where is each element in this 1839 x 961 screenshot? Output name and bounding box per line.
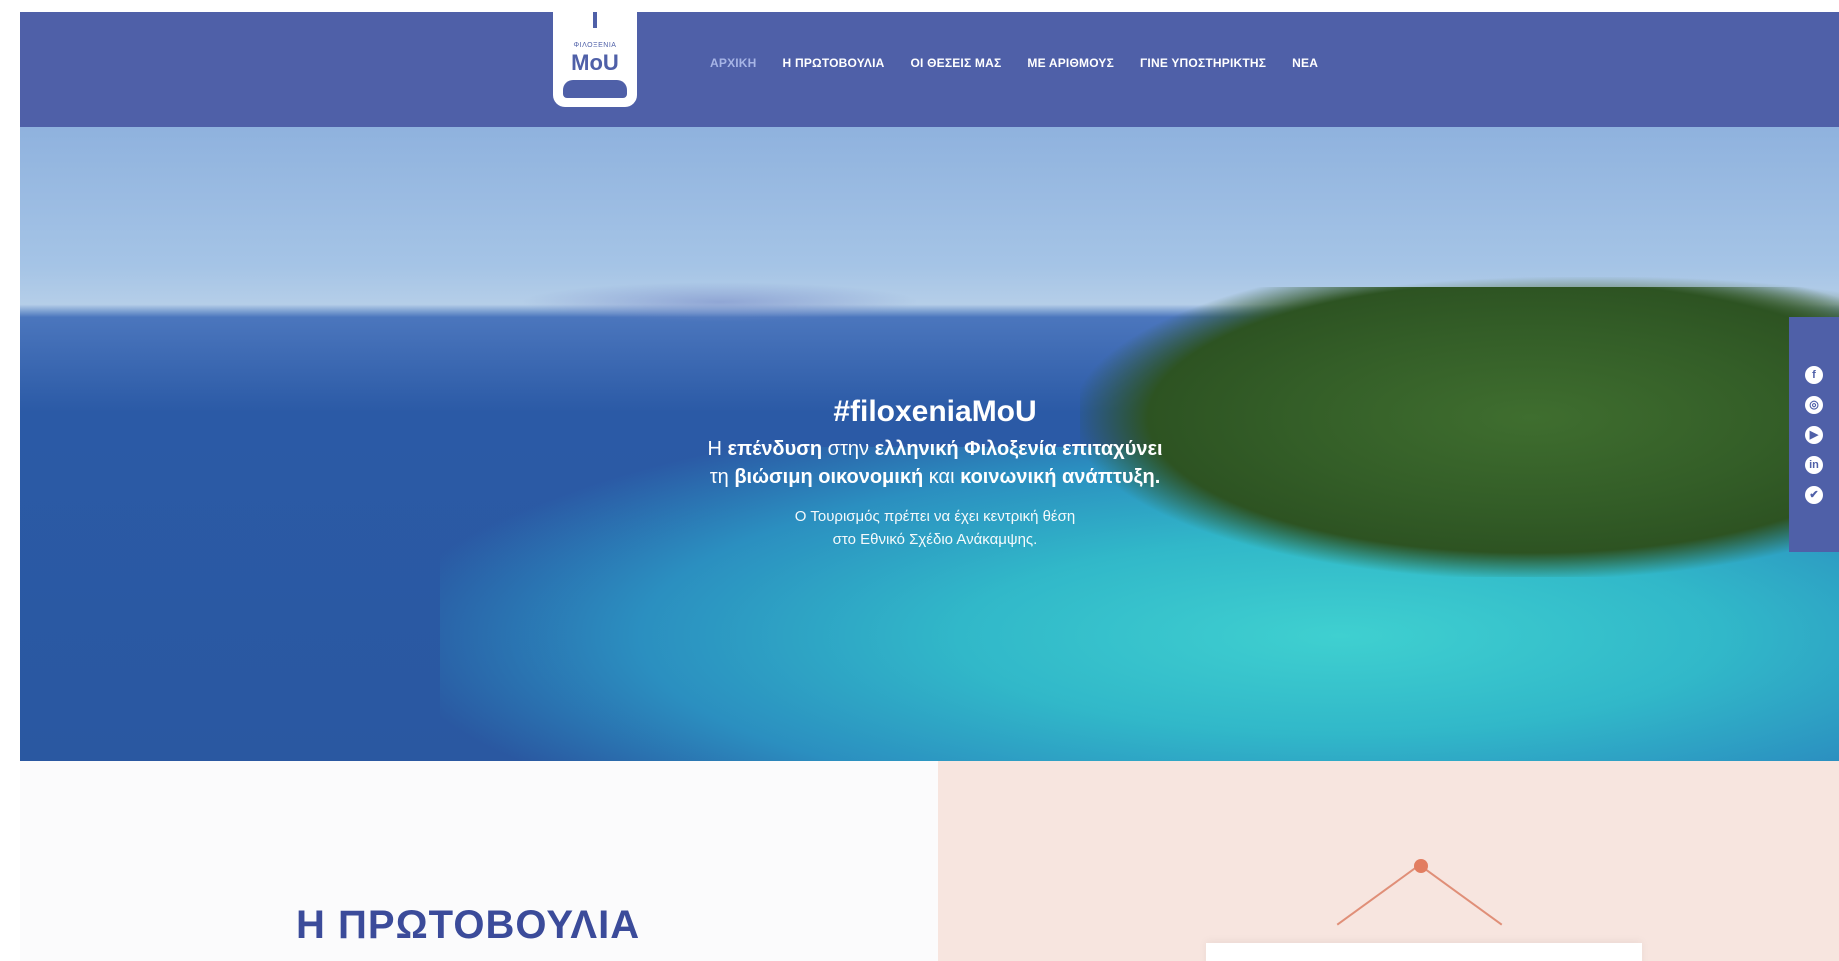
nav-supporter[interactable]: ΓΙΝΕ ΥΠΟΣΤΗΡΙΚΤΗΣ xyxy=(1140,56,1266,70)
hero-text: #filoxeniaMoU Η επένδυση στην ελληνική Φ… xyxy=(20,395,1839,551)
social-sidebar: f ◎ ▶ in ✔ xyxy=(1789,317,1839,552)
hero-lead-text: τη xyxy=(709,466,735,488)
hero-lead-bold: βιώσιμη οικονομική xyxy=(734,466,924,488)
website: ΦΙΛΟΞΕΝΙΑ MoU ΑΡΧΙΚΗ Η ΠΡΩΤΟΒΟΥΛΙΑ ΟΙ ΘΕ… xyxy=(20,12,1839,961)
nav-home[interactable]: ΑΡΧΙΚΗ xyxy=(710,56,757,70)
nav-positions[interactable]: ΟΙ ΘΕΣΕΙΣ ΜΑΣ xyxy=(910,56,1001,70)
nav-news[interactable]: ΝΕΑ xyxy=(1292,56,1318,70)
hero-lead-text: Η xyxy=(707,438,728,460)
hero-lead-line-1: Η επένδυση στην ελληνική Φιλοξενία επιτα… xyxy=(20,435,1839,463)
hero-lead-line-2: τη βιώσιμη οικονομική και κοινωνική ανάπ… xyxy=(20,463,1839,491)
hero-subtext-line-2: στο Εθνικό Σχέδιο Ανάκαμψης. xyxy=(832,531,1038,548)
hero-lead-text: και xyxy=(923,466,961,488)
hanging-card xyxy=(1206,943,1642,961)
hero-subtext: Ο Τουρισμός πρέπει να έχει κεντρική θέση… xyxy=(20,505,1839,551)
initiative-illustration xyxy=(938,761,1839,961)
logo-hook xyxy=(593,12,597,28)
site-logo[interactable]: ΦΙΛΟΞΕΝΙΑ MoU xyxy=(553,12,637,107)
logo-wordmark: MoU xyxy=(571,50,619,75)
hero-banner: #filoxeniaMoU Η επένδυση στην ελληνική Φ… xyxy=(20,127,1839,761)
hero-hashtag: #filoxeniaMoU xyxy=(833,395,1037,428)
main-nav: ΑΡΧΙΚΗ Η ΠΡΩΤΟΒΟΥΛΙΑ ΟΙ ΘΕΣΕΙΣ ΜΑΣ ΜΕ ΑΡ… xyxy=(710,56,1318,70)
hero-lead-bold: ελληνική Φιλοξενία επιταχύνει xyxy=(874,438,1163,460)
hero-subtext-line-1: Ο Τουρισμός πρέπει να έχει κεντρική θέση xyxy=(794,508,1076,525)
hero-lead-bold: κοινωνική ανάπτυξη. xyxy=(960,466,1161,488)
hero-lead-bold: επένδυση xyxy=(727,438,823,460)
hanging-string-right xyxy=(1420,865,1503,926)
instagram-icon[interactable]: ◎ xyxy=(1805,395,1823,414)
nav-numbers[interactable]: ΜΕ ΑΡΙΘΜΟΥΣ xyxy=(1027,56,1114,70)
facebook-icon[interactable]: f xyxy=(1805,365,1823,384)
youtube-icon[interactable]: ▶ xyxy=(1805,425,1823,444)
initiative-section: Η ΠΡΩΤΟΒΟΥΛΙΑ xyxy=(20,761,938,961)
logo-cloud-icon xyxy=(563,80,627,98)
nav-initiative[interactable]: Η ΠΡΩΤΟΒΟΥΛΙΑ xyxy=(783,56,885,70)
linkedin-icon[interactable]: in xyxy=(1805,455,1823,474)
twitter-icon[interactable]: ✔ xyxy=(1805,485,1823,504)
logo-small-text: ΦΙΛΟΞΕΝΙΑ xyxy=(573,42,617,49)
hero-lead-text: στην xyxy=(822,438,875,460)
hero-mountain-haze xyxy=(520,282,920,322)
initiative-title: Η ΠΡΩΤΟΒΟΥΛΙΑ xyxy=(296,903,641,947)
hanging-string-left xyxy=(1336,865,1419,926)
site-header: ΦΙΛΟΞΕΝΙΑ MoU ΑΡΧΙΚΗ Η ΠΡΩΤΟΒΟΥΛΙΑ ΟΙ ΘΕ… xyxy=(20,12,1839,127)
pin-icon xyxy=(1414,859,1428,873)
